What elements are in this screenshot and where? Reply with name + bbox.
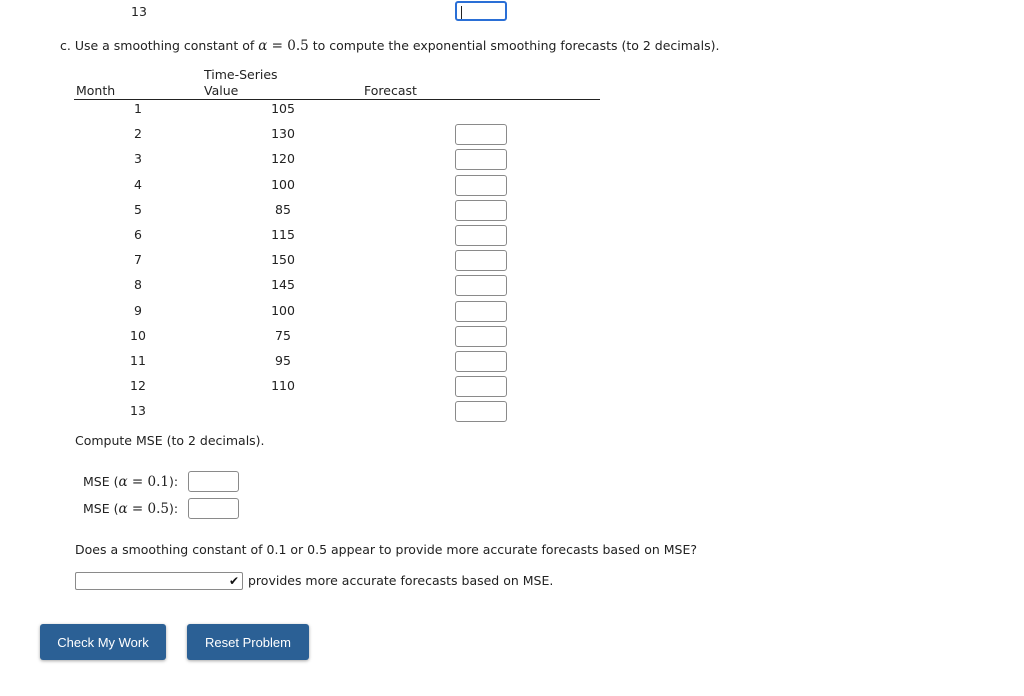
row-value: 75: [275, 327, 291, 343]
row-month: 13: [130, 403, 146, 419]
row-value: 110: [271, 378, 295, 394]
select-suffix: provides more accurate forecasts based o…: [248, 573, 554, 588]
row-value: 85: [275, 201, 291, 217]
forecast-input[interactable]: [455, 401, 507, 423]
text-caret: [461, 6, 462, 19]
forecast-input[interactable]: [455, 275, 507, 297]
mse-alpha-01-input[interactable]: [188, 471, 239, 492]
forecast-input[interactable]: [455, 199, 507, 221]
equals-sign: =: [127, 474, 148, 490]
row-month: 8: [134, 277, 142, 293]
header-forecast: Forecast: [364, 83, 417, 98]
alpha-symbol: α: [118, 501, 128, 517]
row-month: 6: [134, 227, 142, 242]
mse-label-prefix: MSE (: [83, 474, 119, 489]
row-month: 12: [130, 378, 146, 394]
prev-forecast-input[interactable]: [455, 1, 507, 21]
row-value: 100: [271, 302, 295, 318]
alpha-value: 0.5: [287, 38, 309, 54]
mse-label-suffix: ):: [168, 474, 179, 489]
instruction-suffix: to compute the exponential smoothing for…: [308, 38, 720, 53]
alpha-select[interactable]: ✔: [75, 572, 243, 590]
mse-instruction: Compute MSE (to 2 decimals).: [75, 433, 265, 448]
row-month: 1: [134, 101, 142, 116]
instruction-prefix: c. Use a smoothing constant of: [60, 38, 259, 53]
forecast-input[interactable]: [455, 174, 507, 196]
question-text: Does a smoothing constant of 0.1 or 0.5 …: [75, 542, 698, 557]
chevron-down-icon: ✔: [228, 574, 239, 588]
prev-month-label: 13: [131, 4, 147, 19]
row-value: 95: [275, 353, 291, 368]
mse-label-alpha-01: MSE (α = 0.1):: [83, 474, 178, 490]
alpha-symbol: α: [258, 38, 268, 54]
equals-sign: =: [127, 501, 148, 517]
alpha-value: 0.1: [147, 474, 169, 490]
check-my-work-button[interactable]: Check My Work: [40, 624, 166, 660]
forecast-input[interactable]: [455, 300, 507, 322]
row-value: 100: [271, 176, 295, 192]
header-value-line2: Value: [204, 83, 239, 98]
row-month: 3: [134, 151, 142, 167]
mse-label-alpha-05: MSE (α = 0.5):: [83, 501, 178, 517]
alpha-value: 0.5: [147, 501, 169, 517]
mse-label-suffix: ):: [168, 501, 179, 516]
row-value: 130: [271, 126, 295, 142]
row-value: 120: [271, 151, 295, 167]
row-month: 5: [134, 201, 142, 217]
row-month: 11: [130, 353, 146, 368]
forecast-input[interactable]: [455, 124, 507, 146]
mse-label-prefix: MSE (: [83, 501, 119, 516]
row-value: 105: [271, 101, 295, 116]
row-month: 4: [134, 176, 142, 192]
row-month: 10: [130, 327, 146, 343]
row-month: 2: [134, 126, 142, 142]
forecast-input[interactable]: [455, 250, 507, 272]
forecast-input[interactable]: [455, 351, 507, 372]
reset-problem-button[interactable]: Reset Problem: [187, 624, 309, 660]
row-value: 145: [271, 277, 295, 293]
header-divider: [74, 99, 600, 100]
forecast-input[interactable]: [455, 225, 507, 246]
row-value: 115: [271, 227, 295, 242]
row-month: 9: [134, 302, 142, 318]
mse-alpha-05-input[interactable]: [188, 498, 239, 519]
alpha-symbol: α: [118, 474, 128, 490]
forecast-input[interactable]: [455, 149, 507, 171]
header-month: Month: [76, 83, 116, 98]
row-value: 150: [271, 252, 295, 268]
equals-sign: =: [267, 38, 288, 54]
part-c-instruction: c. Use a smoothing constant of α = 0.5 t…: [60, 38, 719, 54]
forecast-input[interactable]: [455, 325, 507, 347]
forecast-input[interactable]: [455, 376, 507, 398]
header-value-line1: Time-Series: [204, 67, 278, 82]
row-month: 7: [134, 252, 142, 268]
